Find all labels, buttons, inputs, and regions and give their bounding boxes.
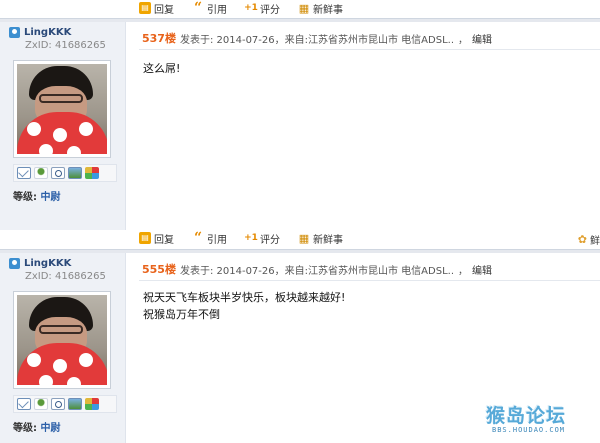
quote-icon: “	[193, 230, 203, 246]
avatar[interactable]	[13, 291, 111, 389]
user-id: ZxID: 41686265	[25, 40, 106, 51]
user-icon	[9, 258, 20, 269]
level-value[interactable]: 中尉	[40, 192, 60, 203]
add-friend-icon[interactable]	[34, 167, 48, 179]
reply-icon: ▤	[139, 232, 151, 244]
fresh-news-icon: ▦	[298, 231, 310, 245]
user-action-bar	[13, 395, 117, 413]
floor-number[interactable]: 537楼	[142, 30, 176, 46]
fresh-news-button[interactable]: ▦ 新鲜事	[298, 1, 343, 16]
search-icon[interactable]	[51, 167, 65, 179]
post-header: 555楼 发表于: 2014-07-26，来自:江苏省苏州市昆山市 电信ADSL…	[142, 261, 492, 277]
avatar[interactable]	[13, 60, 111, 158]
user-icon	[9, 27, 20, 38]
reply-button[interactable]: ▤ 回复	[139, 1, 174, 16]
edit-link[interactable]: 编辑	[472, 31, 492, 46]
username[interactable]: LingKKK	[24, 258, 71, 269]
user-action-bar	[13, 164, 117, 182]
search-icon[interactable]	[51, 398, 65, 410]
edit-link[interactable]: 编辑	[472, 262, 492, 277]
post-toolbar: ▤ 回复 “引用 +1 评分 ▦ 新鲜事	[139, 230, 343, 246]
site-watermark: 猴岛论坛 BBS.HOUDAO.COM	[486, 401, 596, 437]
avatar-image	[17, 64, 107, 154]
post-meta: 发表于: 2014-07-26，来自:江苏省苏州市昆山市 电信ADSL..	[179, 265, 454, 277]
post-header: 537楼 发表于: 2014-07-26，来自:江苏省苏州市昆山市 电信ADSL…	[142, 30, 492, 46]
reply-icon: ▤	[139, 2, 151, 14]
fresh-news-button[interactable]: ▦ 新鲜事	[298, 231, 343, 246]
add-friend-icon[interactable]	[34, 398, 48, 410]
mail-icon[interactable]	[17, 398, 31, 410]
blocks-icon[interactable]	[85, 167, 99, 179]
header-divider	[139, 49, 600, 50]
level-value[interactable]: 中尉	[40, 423, 60, 434]
quote-button[interactable]: “引用	[192, 1, 227, 16]
user-row: LingKKK	[9, 258, 71, 269]
post-content: 537楼 发表于: 2014-07-26，来自:江苏省苏州市昆山市 电信ADSL…	[127, 22, 600, 230]
user-sidebar: LingKKK ZxID: 41686265 等级: 中尉	[0, 22, 126, 230]
photo-icon[interactable]	[68, 398, 82, 410]
blocks-icon[interactable]	[85, 398, 99, 410]
user-id: ZxID: 41686265	[25, 271, 106, 282]
floor-number[interactable]: 555楼	[142, 261, 176, 277]
fresh-news-icon: ▦	[298, 1, 310, 15]
photo-icon[interactable]	[68, 167, 82, 179]
reply-button[interactable]: ▤ 回复	[139, 231, 174, 246]
message-line: 这么屌!	[143, 62, 181, 75]
rate-icon: +1	[244, 232, 258, 243]
user-sidebar: LingKKK ZxID: 41686265 等级: 中尉	[0, 253, 126, 443]
watermark-logo: 猴岛论坛	[486, 405, 567, 427]
message-line: 祝天天飞车板块半岁快乐，板块越来越好!	[143, 291, 346, 304]
post-meta: 发表于: 2014-07-26，来自:江苏省苏州市昆山市 电信ADSL..	[179, 34, 454, 46]
message-line: 祝猴岛万年不倒	[143, 308, 220, 321]
quote-button[interactable]: “引用	[192, 231, 227, 246]
rate-button[interactable]: +1 评分	[244, 231, 280, 246]
post-toolbar-top: ▤ 回复 “引用 +1 评分 ▦ 新鲜事	[139, 0, 343, 16]
flower-icon: ✿	[577, 233, 587, 246]
watermark-url: BBS.HOUDAO.COM	[492, 426, 566, 434]
fresh-share-button[interactable]: ✿ 鲜	[578, 232, 600, 247]
post-message: 这么屌!	[143, 60, 180, 77]
avatar-image	[17, 295, 107, 385]
post-message: 祝天天飞车板块半岁快乐，板块越来越好! 祝猴岛万年不倒	[143, 289, 345, 323]
user-row: LingKKK	[9, 27, 71, 38]
user-level: 等级: 中尉	[13, 423, 61, 434]
user-level: 等级: 中尉	[13, 192, 61, 203]
quote-icon: “	[193, 0, 203, 16]
mail-icon[interactable]	[17, 167, 31, 179]
rate-icon: +1	[244, 2, 258, 13]
username[interactable]: LingKKK	[24, 27, 71, 38]
rate-button[interactable]: +1 评分	[244, 1, 280, 16]
header-divider	[139, 280, 600, 281]
